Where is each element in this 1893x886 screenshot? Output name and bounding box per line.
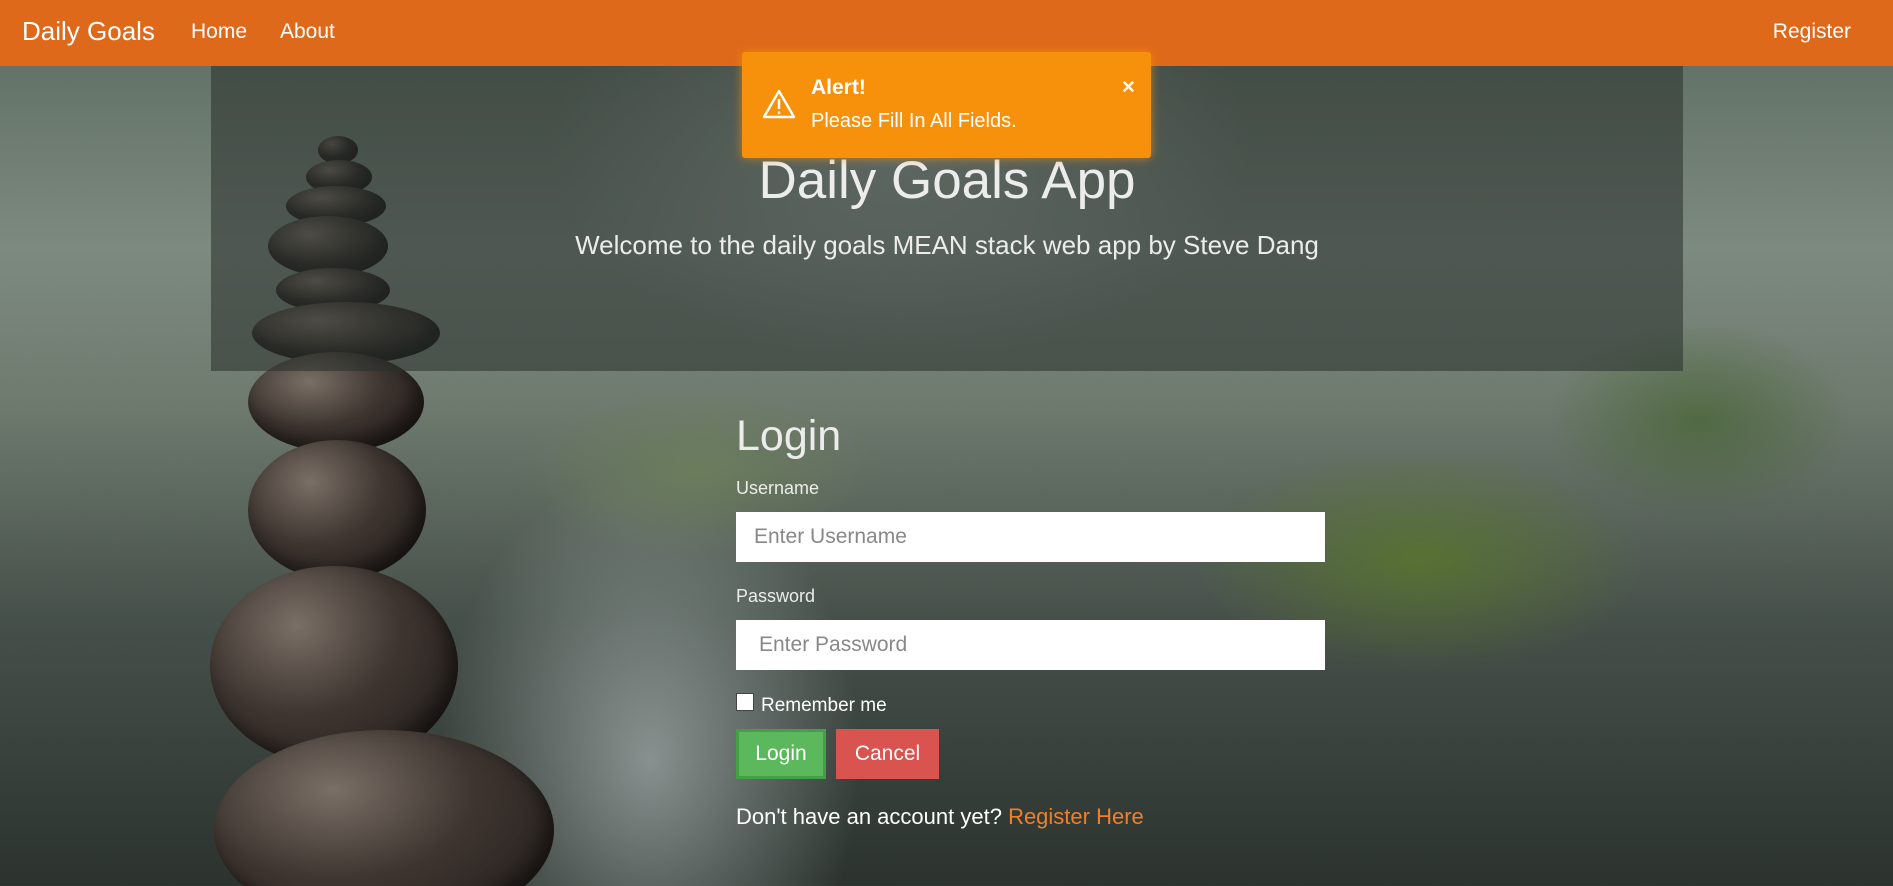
remember-me-checkbox[interactable] — [736, 693, 754, 711]
login-heading: Login — [736, 412, 842, 460]
signup-prompt-text: Don't have an account yet? — [736, 804, 1002, 829]
password-label: Password — [736, 586, 816, 606]
nav-link-register[interactable]: Register — [1773, 20, 1851, 44]
cancel-button[interactable]: Cancel — [836, 729, 939, 779]
signup-prompt: Don't have an account yet? Register Here — [736, 804, 1144, 830]
register-here-link[interactable]: Register Here — [1008, 804, 1144, 829]
brand-logo[interactable]: Daily Goals — [22, 16, 155, 47]
login-button[interactable]: Login — [736, 729, 826, 779]
close-icon[interactable]: × — [1122, 74, 1135, 100]
password-input[interactable] — [736, 620, 1325, 670]
username-label: Username — [736, 478, 820, 498]
page-title: Daily Goals App — [758, 151, 1136, 210]
nav-link-home[interactable]: Home — [191, 20, 247, 44]
remember-me-label[interactable]: Remember me — [761, 695, 887, 717]
nav-link-about[interactable]: About — [280, 20, 335, 44]
alert-message: Please Fill In All Fields. — [811, 110, 1017, 132]
stone-shape — [248, 440, 426, 580]
alert-notification: Alert! Please Fill In All Fields. × — [742, 52, 1151, 158]
stone-shape — [214, 730, 554, 886]
alert-title: Alert! — [811, 76, 866, 99]
warning-triangle-icon — [762, 89, 796, 124]
page-subtitle: Welcome to the daily goals MEAN stack we… — [575, 230, 1319, 260]
username-input[interactable] — [736, 512, 1325, 562]
